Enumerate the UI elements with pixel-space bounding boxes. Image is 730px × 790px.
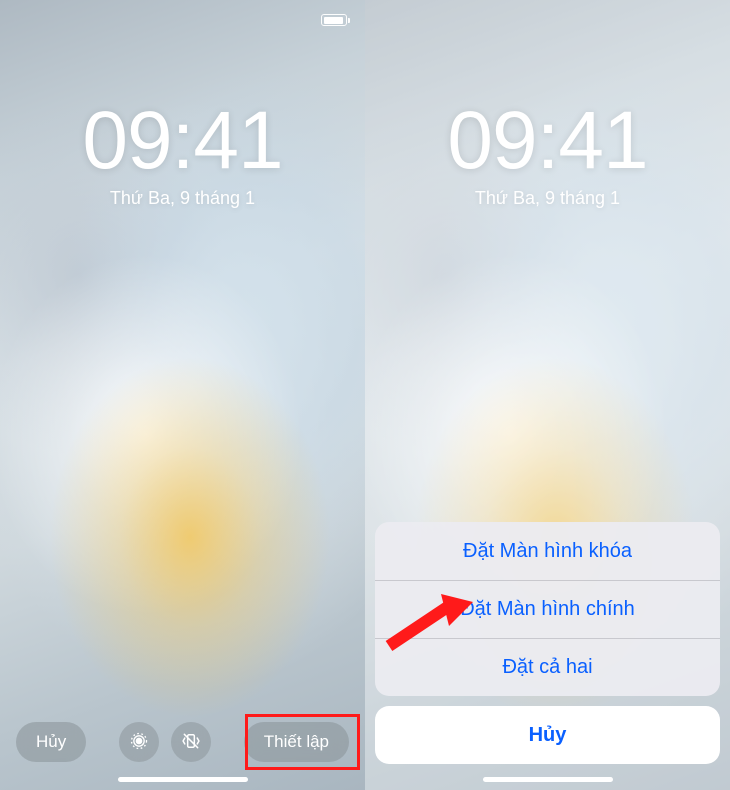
date-text: Thứ Ba, 9 tháng 1 xyxy=(0,188,365,209)
live-photo-button[interactable] xyxy=(119,722,159,762)
battery-icon xyxy=(321,14,347,26)
option-label: Đặt Màn hình chính xyxy=(460,598,635,621)
home-indicator[interactable] xyxy=(483,777,613,782)
cancel-label: Hủy xyxy=(529,724,567,747)
toolbar-center xyxy=(119,722,211,762)
action-sheet-cancel[interactable]: Hủy xyxy=(375,706,720,764)
setup-label: Thiết lập xyxy=(264,732,329,752)
set-lock-screen-option[interactable]: Đặt Màn hình khóa xyxy=(375,522,720,580)
live-photo-icon xyxy=(129,731,149,754)
phone-right: 09:41 Thứ Ba, 9 tháng 1 Đặt Màn hình khó… xyxy=(365,0,730,790)
lock-clock: 09:41 Thứ Ba, 9 tháng 1 xyxy=(365,100,730,209)
time-text: 09:41 xyxy=(0,100,365,182)
phone-left: 09:41 Thứ Ba, 9 tháng 1 Hủy xyxy=(0,0,365,790)
wallpaper-toolbar: Hủy xyxy=(0,722,365,762)
time-text: 09:41 xyxy=(365,100,730,182)
home-indicator[interactable] xyxy=(118,777,248,782)
date-text: Thứ Ba, 9 tháng 1 xyxy=(365,188,730,209)
lock-clock: 09:41 Thứ Ba, 9 tháng 1 xyxy=(0,100,365,209)
cancel-label: Hủy xyxy=(36,732,66,752)
action-sheet-options: Đặt Màn hình khóa Đặt Màn hình chính Đặt… xyxy=(375,522,720,696)
set-home-screen-option[interactable]: Đặt Màn hình chính xyxy=(375,580,720,638)
perspective-button[interactable] xyxy=(171,722,211,762)
cancel-button[interactable]: Hủy xyxy=(16,722,86,762)
option-label: Đặt cả hai xyxy=(502,656,592,679)
option-label: Đặt Màn hình khóa xyxy=(463,540,632,563)
wallpaper-action-sheet: Đặt Màn hình khóa Đặt Màn hình chính Đặt… xyxy=(375,522,720,764)
set-both-option[interactable]: Đặt cả hai xyxy=(375,638,720,696)
perspective-icon xyxy=(181,731,201,754)
setup-button[interactable]: Thiết lập xyxy=(244,722,349,762)
